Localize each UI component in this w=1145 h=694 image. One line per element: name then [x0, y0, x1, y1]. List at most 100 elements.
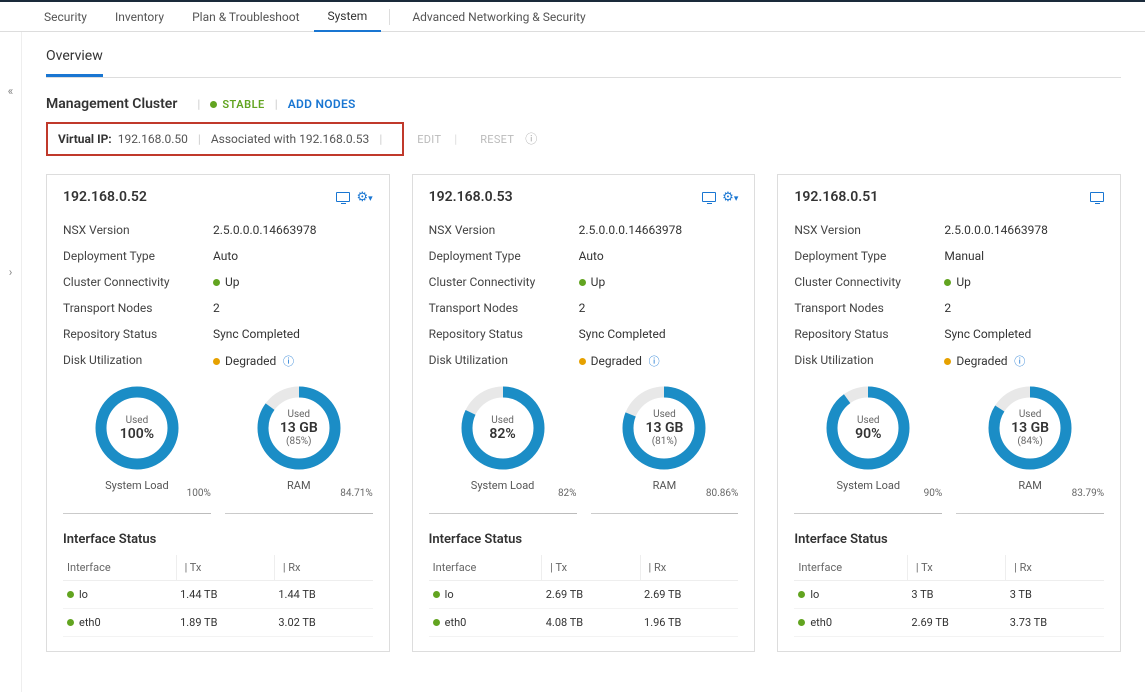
status-dot-up	[67, 619, 74, 626]
node-card: 192.168.0.52 ⚙▾ NSX Version2.5.0.0.0.146…	[46, 174, 390, 652]
tab-advanced[interactable]: Advanced Networking & Security	[398, 2, 599, 32]
node-card: 192.168.0.53 ⚙▾ NSX Version2.5.0.0.0.146…	[412, 174, 756, 652]
status-dot-up	[433, 619, 440, 626]
value-cluster-connectivity: Up	[579, 275, 606, 289]
status-dot-degraded	[944, 358, 951, 365]
interface-row: lo1.44 TB1.44 TB	[63, 581, 373, 609]
side-collapse-column: « ›	[0, 32, 22, 692]
info-icon[interactable]: ⓘ	[1012, 355, 1026, 368]
value-disk-utilization: Degraded ⓘ	[213, 353, 294, 369]
interface-row: lo2.69 TB2.69 TB	[429, 581, 739, 609]
value-cluster-connectivity: Up	[213, 275, 240, 289]
tab-plan[interactable]: Plan & Troubleshoot	[178, 2, 313, 32]
info-icon[interactable]: ⓘ	[280, 355, 294, 368]
interface-table: Interface| Tx| Rx lo3 TB3 TBeth02.69 TB3…	[794, 555, 1104, 637]
label-deployment-type: Deployment Type	[794, 249, 944, 263]
add-nodes-link[interactable]: ADD NODES	[288, 97, 356, 111]
value-repository-status: Sync Completed	[213, 327, 300, 341]
value-deployment-type: Auto	[579, 249, 604, 263]
interface-table: Interface| Tx| Rx lo2.69 TB2.69 TBeth04.…	[429, 555, 739, 637]
vip-label: Virtual IP:	[58, 132, 112, 146]
label-transport-nodes: Transport Nodes	[429, 301, 579, 315]
value-transport-nodes: 2	[944, 301, 951, 315]
status-dot-up	[798, 591, 805, 598]
status-dot-up	[944, 279, 951, 286]
monitor-icon[interactable]	[702, 192, 716, 202]
vip-associated: Associated with 192.168.0.53	[211, 132, 369, 146]
label-repository-status: Repository Status	[429, 327, 579, 341]
label-repository-status: Repository Status	[63, 327, 213, 341]
interface-row: eth02.69 TB3.73 TB	[794, 609, 1104, 637]
tab-system[interactable]: System	[314, 2, 382, 32]
interface-row: lo3 TB3 TB	[794, 581, 1104, 609]
vip-value: 192.168.0.50	[118, 132, 188, 146]
value-transport-nodes: 2	[579, 301, 586, 315]
info-icon[interactable]: ⓘ	[646, 355, 660, 368]
vip-reset-link[interactable]: RESET	[480, 133, 514, 146]
status-dot-stable	[210, 101, 217, 108]
collapse-left-icon[interactable]: «	[3, 83, 19, 99]
node-cards: 192.168.0.52 ⚙▾ NSX Version2.5.0.0.0.146…	[46, 174, 1121, 652]
label-cluster-connectivity: Cluster Connectivity	[429, 275, 579, 289]
value-deployment-type: Manual	[944, 249, 984, 263]
sub-tabs: Overview	[46, 38, 1121, 78]
system-load-sparkline: 100%	[63, 494, 211, 518]
node-ip: 192.168.0.51	[794, 189, 878, 205]
interface-status-title: Interface Status	[429, 532, 739, 547]
status-dot-up	[798, 619, 805, 626]
stable-label: STABLE	[222, 98, 264, 111]
interface-status-title: Interface Status	[63, 532, 373, 547]
cluster-header: Management Cluster | STABLE | ADD NODES	[46, 78, 1121, 122]
node-ip: 192.168.0.53	[429, 189, 513, 205]
tab-inventory[interactable]: Inventory	[101, 2, 178, 32]
monitor-icon[interactable]	[1090, 192, 1104, 202]
main-tabs: Security Inventory Plan & Troubleshoot S…	[0, 2, 1145, 32]
gear-icon[interactable]: ⚙▾	[356, 190, 372, 205]
subtab-overview[interactable]: Overview	[46, 38, 103, 77]
info-icon[interactable]: ⓘ	[525, 132, 537, 146]
value-repository-status: Sync Completed	[579, 327, 666, 341]
col-tx: | Tx	[907, 555, 1005, 581]
gear-icon[interactable]: ⚙▾	[722, 190, 738, 205]
value-repository-status: Sync Completed	[944, 327, 1031, 341]
ram-sparkline: 84.71%	[225, 494, 373, 518]
value-disk-utilization: Degraded ⓘ	[579, 353, 660, 369]
cluster-title: Management Cluster	[46, 96, 177, 112]
status-dot-up	[433, 591, 440, 598]
system-load-sparkline: 90%	[794, 494, 942, 518]
col-tx: | Tx	[176, 555, 274, 581]
virtual-ip-box: Virtual IP: 192.168.0.50 | Associated wi…	[46, 122, 404, 156]
interface-status-title: Interface Status	[794, 532, 1104, 547]
col-rx: | Rx	[274, 555, 372, 581]
node-card: 192.168.0.51 NSX Version2.5.0.0.0.146639…	[777, 174, 1121, 652]
value-nsx-version: 2.5.0.0.0.14663978	[213, 223, 317, 237]
ram-gauge: Used13 GB(85%) RAM	[225, 383, 373, 492]
label-deployment-type: Deployment Type	[429, 249, 579, 263]
status-dot-up	[579, 279, 586, 286]
system-load-sparkline: 82%	[429, 494, 577, 518]
label-nsx-version: NSX Version	[429, 223, 579, 237]
value-disk-utilization: Degraded ⓘ	[944, 353, 1025, 369]
monitor-icon[interactable]	[336, 192, 350, 202]
system-load-gauge: Used90% System Load	[794, 383, 942, 492]
label-disk-utilization: Disk Utilization	[63, 353, 213, 369]
system-load-gauge: Used100% System Load	[63, 383, 211, 492]
vip-edit-link[interactable]: EDIT	[417, 133, 441, 146]
ram-gauge: Used13 GB(81%) RAM	[591, 383, 739, 492]
label-disk-utilization: Disk Utilization	[429, 353, 579, 369]
col-interface: Interface	[63, 555, 176, 581]
label-nsx-version: NSX Version	[794, 223, 944, 237]
tab-security[interactable]: Security	[30, 2, 101, 32]
node-ip: 192.168.0.52	[63, 189, 147, 205]
label-disk-utilization: Disk Utilization	[794, 353, 944, 369]
expand-right-icon[interactable]: ›	[3, 264, 19, 280]
status-dot-up	[213, 279, 220, 286]
value-nsx-version: 2.5.0.0.0.14663978	[944, 223, 1048, 237]
col-interface: Interface	[429, 555, 542, 581]
label-transport-nodes: Transport Nodes	[794, 301, 944, 315]
label-transport-nodes: Transport Nodes	[63, 301, 213, 315]
value-cluster-connectivity: Up	[944, 275, 971, 289]
col-interface: Interface	[794, 555, 907, 581]
status-dot-degraded	[213, 358, 220, 365]
col-rx: | Rx	[1006, 555, 1104, 581]
